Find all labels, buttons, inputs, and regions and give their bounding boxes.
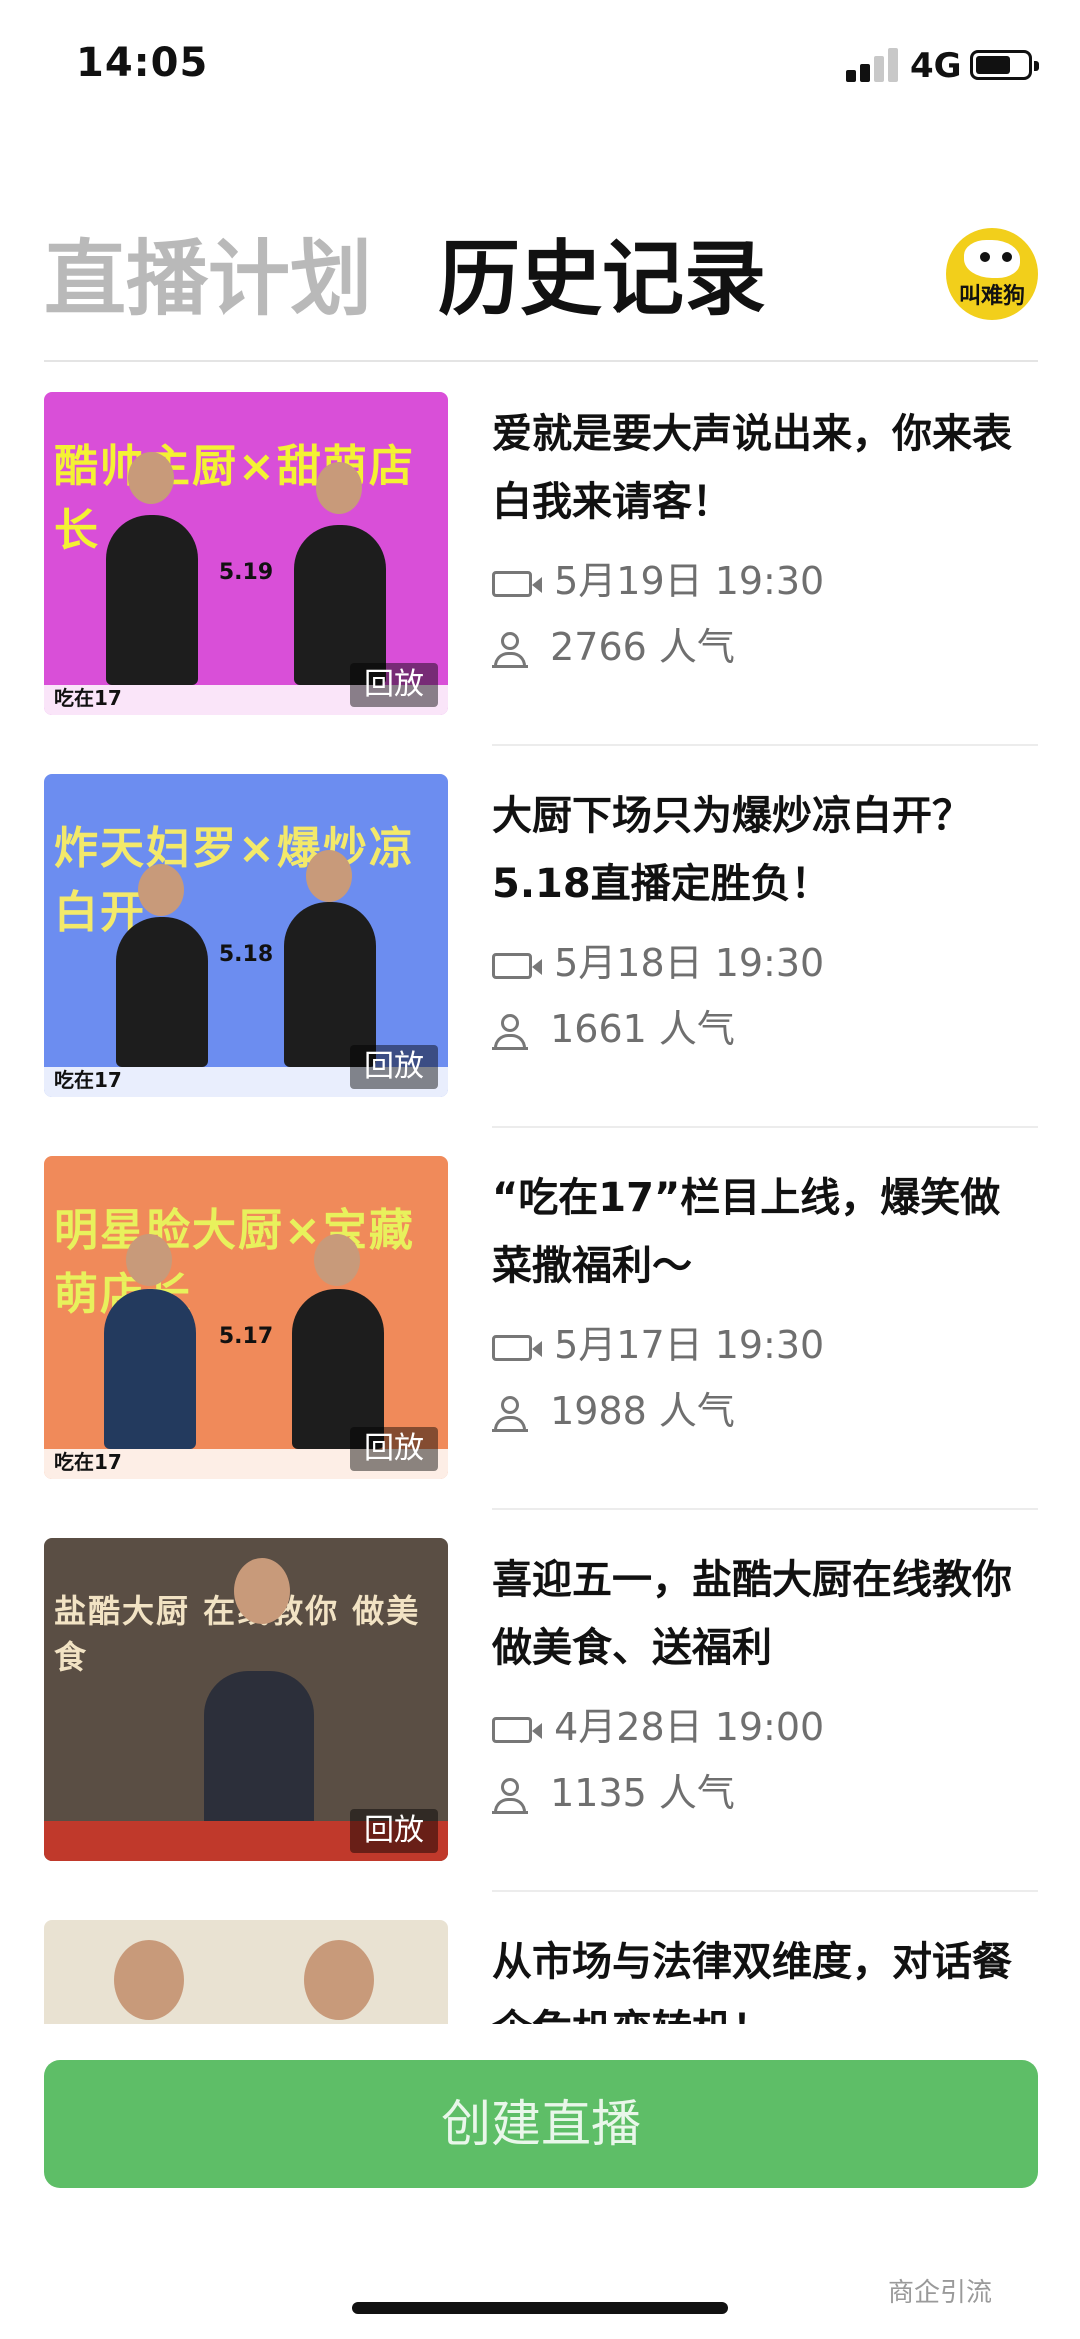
thumbnail-brand: 吃在17 — [54, 686, 122, 710]
create-live-button[interactable]: 创建直播 — [44, 2060, 1038, 2188]
tab-live-plan[interactable]: 直播计划 — [44, 220, 372, 340]
thumbnail-brand: 吃在17 — [54, 1068, 122, 1092]
thumbnail-date: 5.17 — [218, 1324, 274, 1349]
replay-badge: 回放 — [350, 663, 438, 707]
list-item[interactable]: 明星脸大厨×宝藏萌店长 5.17 吃在17 回放 “吃在17”栏目上线，爆笑做菜… — [0, 1128, 1080, 1510]
avatar-dog-icon — [964, 240, 1020, 278]
tab-history[interactable]: 历史记录 — [438, 220, 766, 340]
status-time: 14:05 — [76, 40, 209, 86]
watermark: 商企引流 — [888, 2278, 993, 2308]
item-time: 4月28日 19:00 — [492, 1702, 824, 1752]
list-item[interactable]: 盐酷大厨 在线教你 做美食 回放 喜迎五一，盐酷大厨在线教你做美食、送福利 4月… — [0, 1510, 1080, 1892]
user-icon — [492, 1013, 528, 1050]
video-icon — [492, 952, 542, 979]
item-title: 喜迎五一，盐酷大厨在线教你做美食、送福利 — [492, 1557, 1012, 1671]
thumbnail-headline: 炸天妇罗×爆炒凉白开 — [54, 823, 415, 938]
video-icon — [492, 570, 542, 597]
avatar-text: 叫难狗 — [958, 284, 1025, 309]
user-icon — [492, 1395, 528, 1432]
avatar[interactable]: 叫难狗 — [946, 228, 1038, 320]
item-popularity: 1135 人气 — [492, 1768, 735, 1818]
network-type: 4G — [910, 46, 962, 86]
item-time: 5月19日 19:30 — [492, 556, 824, 606]
item-popularity: 2766 人气 — [492, 622, 735, 672]
home-indicator[interactable] — [352, 2302, 728, 2314]
list-item[interactable]: 炸天妇罗×爆炒凉白开 5.18 吃在17 回放 大厨下场只为爆炒凉白开？5.18… — [0, 746, 1080, 1128]
item-title: 爱就是要大声说出来，你来表白我来请客！ — [492, 411, 1012, 525]
battery-icon — [970, 50, 1039, 80]
item-title: 大厨下场只为爆炒凉白开？5.18直播定胜负！ — [492, 793, 972, 907]
video-icon — [492, 1334, 542, 1361]
item-thumbnail[interactable]: 盐酷大厨 在线教你 做美食 回放 — [44, 1538, 448, 1861]
thumbnail-brand: 吃在17 — [54, 1450, 122, 1474]
replay-badge: 回放 — [350, 1427, 438, 1471]
item-title: “吃在17”栏目上线，爆笑做菜撒福利～ — [492, 1175, 1001, 1289]
thumbnail-date: 5.18 — [218, 942, 274, 967]
thumbnail-date: 5.19 — [218, 560, 274, 585]
tab-bar: 直播计划 历史记录 — [0, 220, 1080, 340]
item-thumbnail[interactable]: 炸天妇罗×爆炒凉白开 5.18 吃在17 回放 — [44, 774, 448, 1097]
item-popularity: 1661 人气 — [492, 1004, 735, 1054]
user-icon — [492, 1777, 528, 1814]
item-thumbnail[interactable] — [44, 1920, 448, 2024]
item-title: 从市场与法律双维度，对话餐企危机变转机！ — [492, 1939, 1012, 2024]
item-thumbnail[interactable]: 明星脸大厨×宝藏萌店长 5.17 吃在17 回放 — [44, 1156, 448, 1479]
status-bar: 14:05 4G — [0, 0, 1080, 130]
list-item[interactable]: 酷帅主厨×甜萌店长 5.19 吃在17 回放 爱就是要大声说出来，你来表白我来请… — [0, 364, 1080, 746]
replay-badge: 回放 — [350, 1809, 438, 1853]
video-icon — [492, 1716, 542, 1743]
list-item[interactable]: 从市场与法律双维度，对话餐企危机变转机！ — [0, 1892, 1080, 2024]
thumbnail-headline: 明星脸大厨×宝藏萌店长 — [54, 1205, 415, 1320]
user-icon — [492, 631, 528, 668]
item-popularity: 1988 人气 — [492, 1386, 735, 1436]
signal-icon — [846, 48, 900, 82]
item-time: 5月17日 19:30 — [492, 1320, 824, 1370]
history-list: 酷帅主厨×甜萌店长 5.19 吃在17 回放 爱就是要大声说出来，你来表白我来请… — [0, 364, 1080, 2024]
header-divider — [44, 360, 1038, 362]
replay-badge: 回放 — [350, 1045, 438, 1089]
item-time: 5月18日 19:30 — [492, 938, 824, 988]
item-thumbnail[interactable]: 酷帅主厨×甜萌店长 5.19 吃在17 回放 — [44, 392, 448, 715]
